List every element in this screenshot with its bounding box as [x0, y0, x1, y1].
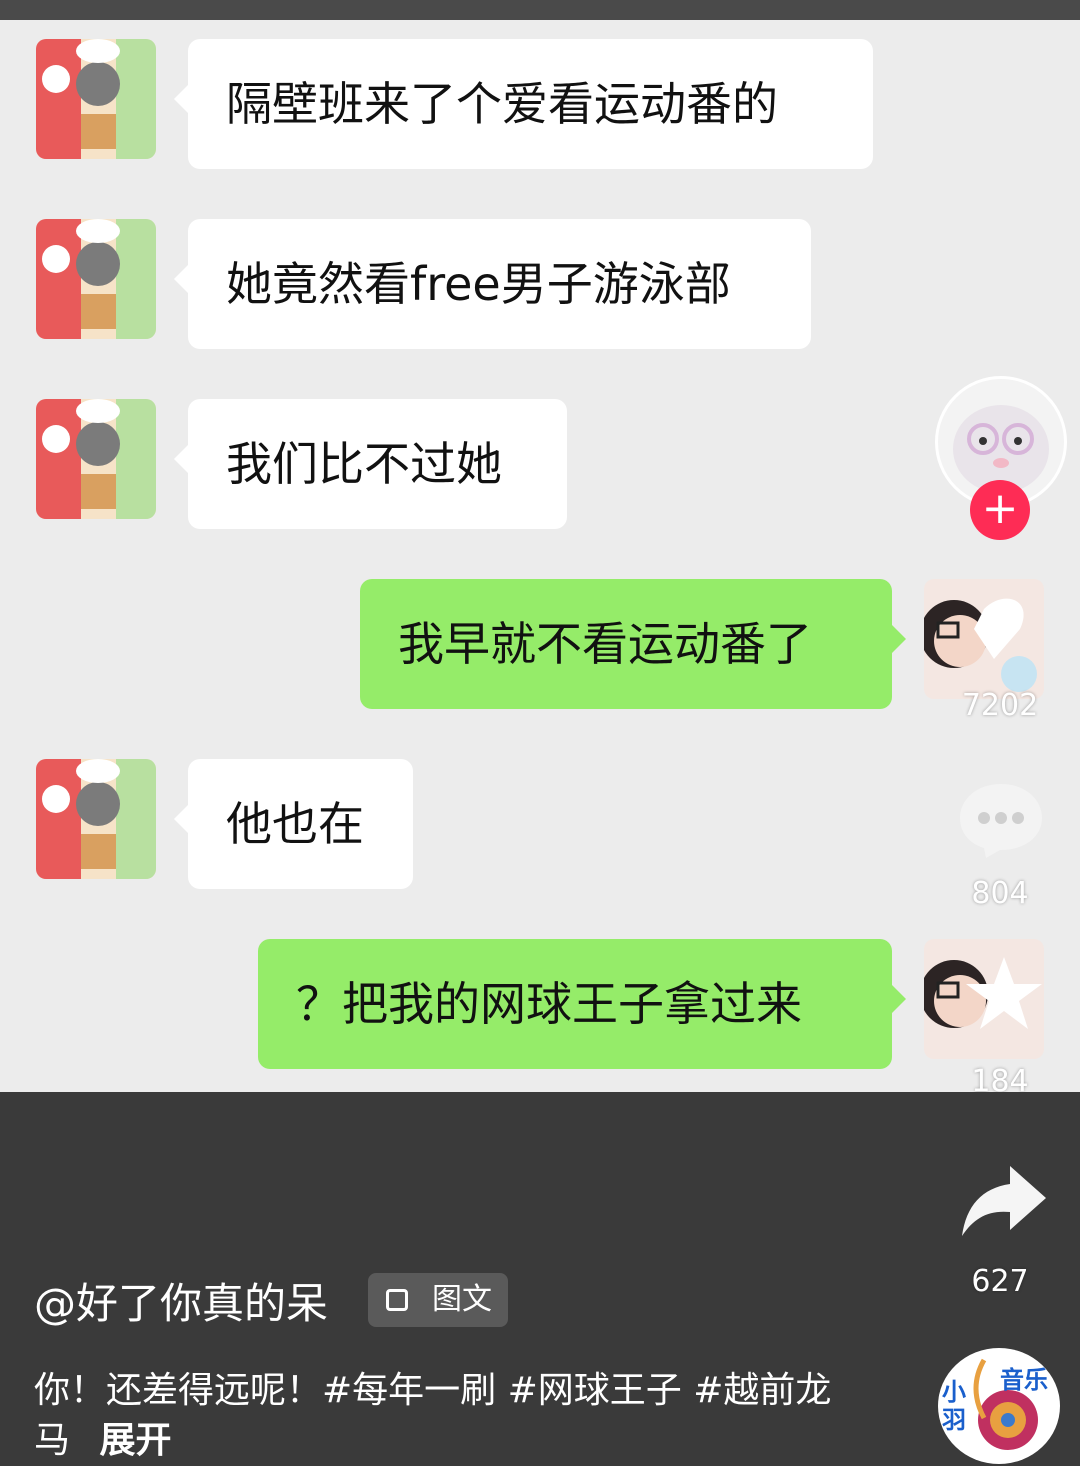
message-bubble: 我们比不过她 [174, 399, 567, 529]
share-count[interactable]: 627 [940, 1264, 1060, 1299]
post-caption: 你！还差得远呢！#每年一刷 #网球王子 #越前龙马 展开 [34, 1366, 834, 1466]
music-disc[interactable]: 音乐 小羽 [938, 1348, 1060, 1464]
post-type-label: 图文 [432, 1282, 492, 1317]
cat-avatar [36, 39, 156, 159]
top-bar [0, 0, 1080, 20]
comment-count[interactable]: 804 [940, 876, 1060, 911]
message-text: 他也在 [226, 797, 364, 851]
message-text: 我早就不看运动番了 [398, 617, 812, 671]
message-bubble: 我早就不看运动番了 [360, 579, 906, 709]
cat-avatar [36, 759, 156, 879]
chat-screenshot: 隔壁班来了个爱看运动番的 她竟然看free男子游泳部 我们比不过她 我早就不看运… [0, 0, 1080, 1092]
author-name[interactable]: @好了你真的呆 [34, 1270, 328, 1331]
girl-avatar [924, 939, 1044, 1059]
expand-button[interactable]: 展开 [99, 1420, 171, 1461]
share-icon[interactable] [958, 1160, 1048, 1240]
cat-avatar [36, 219, 156, 339]
message-text: 隔壁班来了个爱看运动番的 [226, 77, 778, 131]
music-label: 音乐 [1000, 1366, 1048, 1394]
message-bubble: 隔壁班来了个爱看运动番的 [174, 39, 873, 169]
message-text: ？把我的网球王子拿过来 [296, 977, 802, 1031]
comment-icon[interactable] [956, 778, 1046, 858]
message-bubble: 她竟然看free男子游泳部 [174, 219, 811, 349]
message-text: 她竟然看free男子游泳部 [226, 257, 731, 311]
cat-avatar [36, 399, 156, 519]
like-count[interactable]: 7202 [940, 688, 1060, 723]
image-text-icon [386, 1289, 408, 1311]
message-text: 我们比不过她 [226, 437, 502, 491]
post-type-tag: 图文 [368, 1273, 508, 1327]
follow-plus-icon[interactable]: + [970, 480, 1030, 540]
girl-avatar [924, 579, 1044, 699]
message-bubble: ？把我的网球王子拿过来 [258, 939, 906, 1069]
music-logo-text: 小羽 [942, 1378, 966, 1434]
message-bubble: 他也在 [174, 759, 413, 889]
